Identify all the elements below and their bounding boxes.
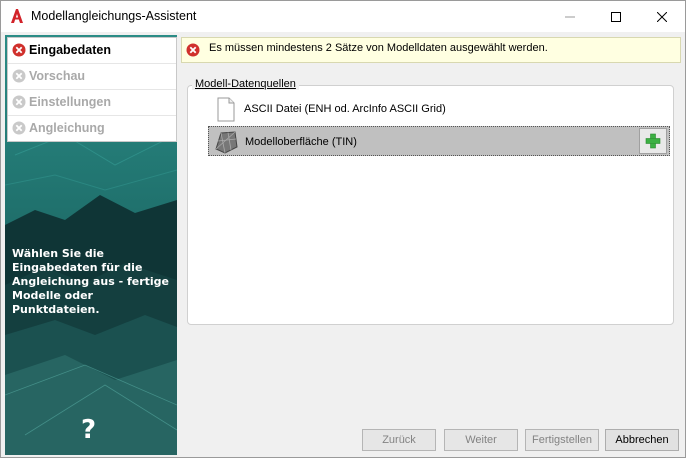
maximize-icon [611,11,621,22]
wizard-sidebar: Eingabedaten Vorschau Einstellungen Angl… [5,35,177,455]
step-eingabedaten[interactable]: Eingabedaten [8,38,176,64]
window-title: Modellangleichungs-Assistent [31,9,197,23]
disabled-error-icon [12,95,26,109]
step-label: Angleichung [29,121,105,135]
tin-surface-icon [215,131,238,154]
maximize-button[interactable] [593,1,639,32]
step-description: Wählen Sie die Eingabedaten für die Angl… [12,247,169,316]
error-icon [12,43,26,57]
finish-button[interactable]: Fertigstellen [525,429,599,451]
help-icon[interactable]: ? [81,415,96,445]
source-label: Modelloberfläche (TIN) [245,136,357,148]
group-label: Modell-Datenquellen [192,78,299,90]
minimize-icon [565,16,575,17]
close-icon [657,11,667,22]
autocad-logo-icon [11,9,23,23]
next-button[interactable]: Weiter [444,429,518,451]
source-label: ASCII Datei (ENH od. ArcInfo ASCII Grid) [244,103,446,115]
disabled-error-icon [12,69,26,83]
source-item-ascii[interactable]: ASCII Datei (ENH od. ArcInfo ASCII Grid) [208,94,670,124]
validation-error-banner: Es müssen mindestens 2 Sätze von Modelld… [181,37,681,63]
minimize-button[interactable] [547,1,593,32]
wizard-step-list: Eingabedaten Vorschau Einstellungen Angl… [7,37,177,142]
data-source-group: ASCII Datei (ENH od. ArcInfo ASCII Grid)… [187,85,674,325]
step-label: Einstellungen [29,95,111,109]
wizard-window: Modellangleichungs-Assistent Eingabedate… [0,0,686,458]
close-button[interactable] [639,1,685,32]
plus-icon [645,133,661,149]
document-icon [217,97,235,122]
source-item-tin[interactable]: Modelloberfläche (TIN) [208,126,670,156]
add-source-button[interactable] [639,128,667,154]
step-einstellungen[interactable]: Einstellungen [8,90,176,116]
title-bar: Modellangleichungs-Assistent [1,1,685,32]
step-label: Eingabedaten [29,43,111,57]
step-angleichung[interactable]: Angleichung [8,116,176,141]
step-label: Vorschau [29,69,86,83]
cancel-button[interactable]: Abbrechen [605,429,679,451]
disabled-error-icon [12,121,26,135]
error-icon [186,43,200,57]
back-button[interactable]: Zurück [362,429,436,451]
error-message: Es müssen mindestens 2 Sätze von Modelld… [209,42,548,54]
step-vorschau[interactable]: Vorschau [8,64,176,90]
